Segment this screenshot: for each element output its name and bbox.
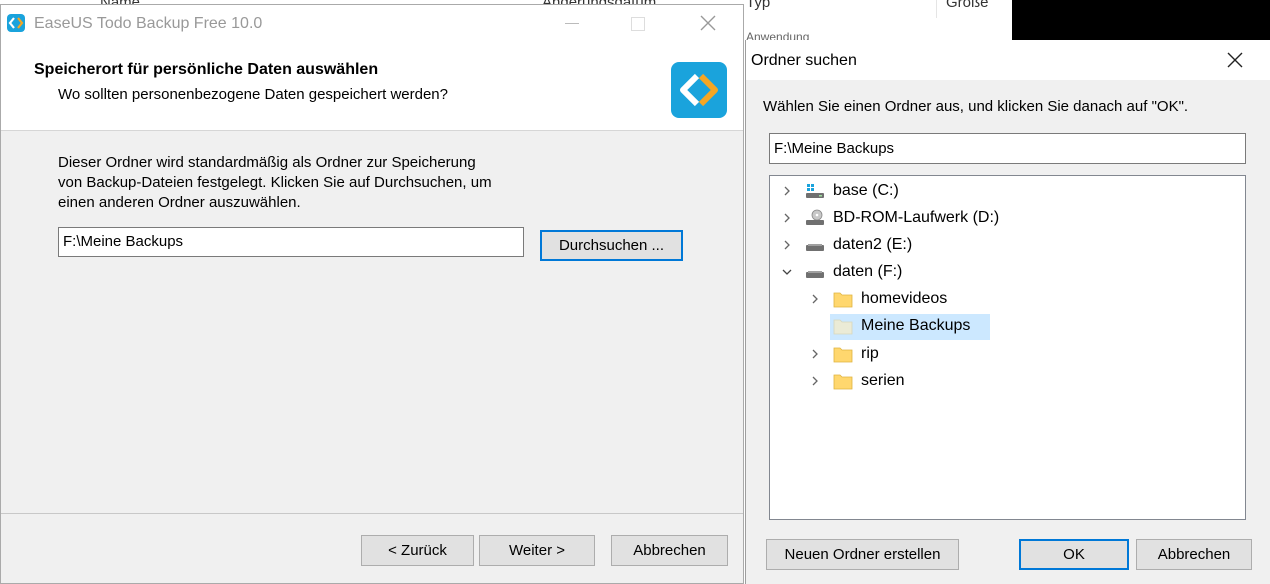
- minimize-icon: [565, 23, 579, 24]
- backup-path-input[interactable]: F:\Meine Backups: [58, 227, 524, 257]
- drive-icon: [806, 244, 824, 251]
- column-header-type[interactable]: Typ: [746, 0, 770, 11]
- tree-item-daten-f[interactable]: daten (F:): [770, 260, 1240, 284]
- description-line: Dieser Ordner wird standardmäßig als Ord…: [58, 154, 476, 171]
- logo-icon: [680, 73, 718, 107]
- installer-titlebar[interactable]: EaseUS Todo Backup Free 10.0: [1, 5, 743, 41]
- folder-tree[interactable]: base (C:) BD-ROM-Laufwerk (D:) daten2 (E…: [769, 175, 1246, 520]
- tree-item-meine-backups[interactable]: Meine Backups: [770, 314, 1240, 340]
- tree-item-bd-rom-d[interactable]: BD-ROM-Laufwerk (D:): [770, 206, 1240, 230]
- drive-windows-icon: [806, 184, 824, 198]
- minimize-button[interactable]: [549, 5, 595, 41]
- installer-window: EaseUS Todo Backup Free 10.0 Speicherort…: [0, 4, 744, 584]
- folder-icon: [833, 347, 853, 363]
- footer-separator: [1, 513, 743, 514]
- close-icon[interactable]: [1223, 48, 1247, 72]
- description-text: Dieser Ordner wird standardmäßig als Ord…: [58, 153, 558, 213]
- folder-path-field[interactable]: F:\Meine Backups: [769, 133, 1246, 164]
- chevron-down-icon[interactable]: [781, 266, 793, 278]
- tree-item-label: daten (F:): [833, 263, 903, 280]
- tree-item-base-c[interactable]: base (C:): [770, 179, 1240, 203]
- browse-button[interactable]: Durchsuchen ...: [540, 230, 683, 261]
- next-button[interactable]: Weiter >: [479, 535, 595, 566]
- maximize-button[interactable]: [615, 5, 661, 41]
- column-header-size[interactable]: Größe: [946, 0, 989, 11]
- new-folder-button[interactable]: Neuen Ordner erstellen: [766, 539, 959, 570]
- description-line: einen anderen Ordner auszuwählen.: [58, 194, 301, 211]
- tree-item-daten2-e[interactable]: daten2 (E:): [770, 233, 1240, 257]
- close-icon: [700, 15, 716, 31]
- folder-icon: [833, 374, 853, 390]
- folder-browse-dialog: Ordner suchen Wählen Sie einen Ordner au…: [745, 40, 1270, 584]
- column-divider: [936, 0, 937, 18]
- dialog-instruction: Wählen Sie einen Ordner aus, und klicken…: [763, 98, 1189, 115]
- folder-icon: [833, 292, 853, 308]
- page-subtitle: Wo sollten personenbezogene Daten gespei…: [58, 86, 448, 103]
- chevron-right-icon[interactable]: [809, 348, 821, 360]
- drive-icon: [806, 271, 824, 278]
- tree-item-label: daten2 (E:): [833, 236, 913, 253]
- maximize-icon: [631, 17, 645, 31]
- tree-item-label: rip: [861, 345, 879, 362]
- tree-item-label: BD-ROM-Laufwerk (D:): [833, 209, 1000, 226]
- tree-item-label: serien: [861, 372, 905, 389]
- installer-close-button[interactable]: [685, 5, 731, 41]
- chevron-right-icon[interactable]: [781, 212, 793, 224]
- background-dark-area: [1012, 0, 1270, 40]
- ok-button[interactable]: OK: [1019, 539, 1129, 570]
- tree-item-rip[interactable]: rip: [770, 342, 1240, 366]
- back-button[interactable]: < Zurück: [361, 535, 474, 566]
- cancel-button[interactable]: Abbrechen: [611, 535, 728, 566]
- tree-item-homevideos[interactable]: homevideos: [770, 287, 1240, 311]
- wizard-header: Speicherort für persönliche Daten auswäh…: [1, 41, 743, 131]
- app-icon: [7, 14, 25, 32]
- page-title: Speicherort für persönliche Daten auswäh…: [34, 61, 379, 78]
- easeus-logo: [671, 62, 727, 118]
- tree-item-label: base (C:): [833, 182, 899, 199]
- chevron-right-icon[interactable]: [781, 239, 793, 251]
- folder-icon: [833, 319, 853, 335]
- optical-drive-icon: [806, 209, 824, 225]
- tree-item-label: homevideos: [861, 290, 948, 307]
- chevron-right-icon[interactable]: [809, 375, 821, 387]
- chevron-right-icon[interactable]: [809, 293, 821, 305]
- tree-item-serien[interactable]: serien: [770, 369, 1240, 393]
- tree-item-label: Meine Backups: [861, 317, 971, 334]
- dialog-titlebar[interactable]: Ordner suchen: [746, 40, 1270, 80]
- chevron-right-icon[interactable]: [781, 185, 793, 197]
- dialog-cancel-button[interactable]: Abbrechen: [1136, 539, 1252, 570]
- dialog-title: Ordner suchen: [751, 52, 857, 69]
- installer-title: EaseUS Todo Backup Free 10.0: [34, 15, 263, 32]
- description-line: von Backup-Dateien festgelegt. Klicken S…: [58, 174, 492, 191]
